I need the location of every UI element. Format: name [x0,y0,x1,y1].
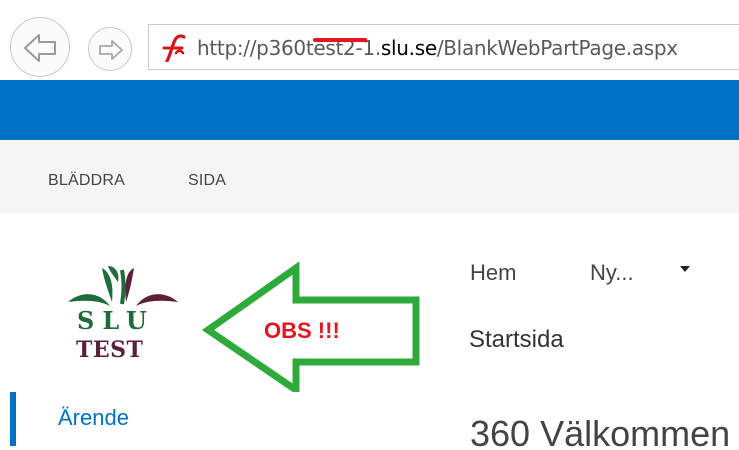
caret-down-icon[interactable] [680,266,690,272]
ribbon: BLÄDDRA SIDA [0,140,739,213]
breadcrumb-site-title[interactable]: Startsida [469,326,564,354]
logo-text-slu: SLU [77,306,155,335]
browser-toolbar: http://p360test2-1.slu.se/BlankWebPartPa… [0,0,739,80]
top-nav-new[interactable]: Ny... [590,260,634,286]
logo-text-test: TEST [76,337,144,363]
url-text[interactable]: http://p360test2-1.slu.se/BlankWebPartPa… [197,34,678,62]
url-prefix: http://p360 [197,36,306,60]
address-bar[interactable]: http://p360test2-1.slu.se/BlankWebPartPa… [148,24,739,70]
page-title: 360 Välkommen [470,413,731,450]
annotation-label: OBS !!! [264,318,340,343]
tab-browse[interactable]: BLÄDDRA [48,172,125,190]
back-button[interactable] [10,17,70,77]
top-nav-home[interactable]: Hem [470,260,516,286]
page: http://p360test2-1.slu.se/BlankWebPartPa… [0,0,739,450]
suite-bar [0,80,739,140]
back-arrow-icon [24,34,56,62]
quick-launch-item-arende[interactable]: Ärende [58,405,129,431]
tab-page[interactable]: SIDA [188,172,226,190]
forward-button[interactable] [88,27,132,71]
url-path: /BlankWebPartPage.aspx [436,36,678,60]
site-favicon-icon [162,34,186,62]
quick-launch-selected-indicator [10,392,16,446]
forward-arrow-icon [99,40,123,60]
url-host: slu.se [380,36,437,60]
url-highlight-underline [313,38,367,42]
